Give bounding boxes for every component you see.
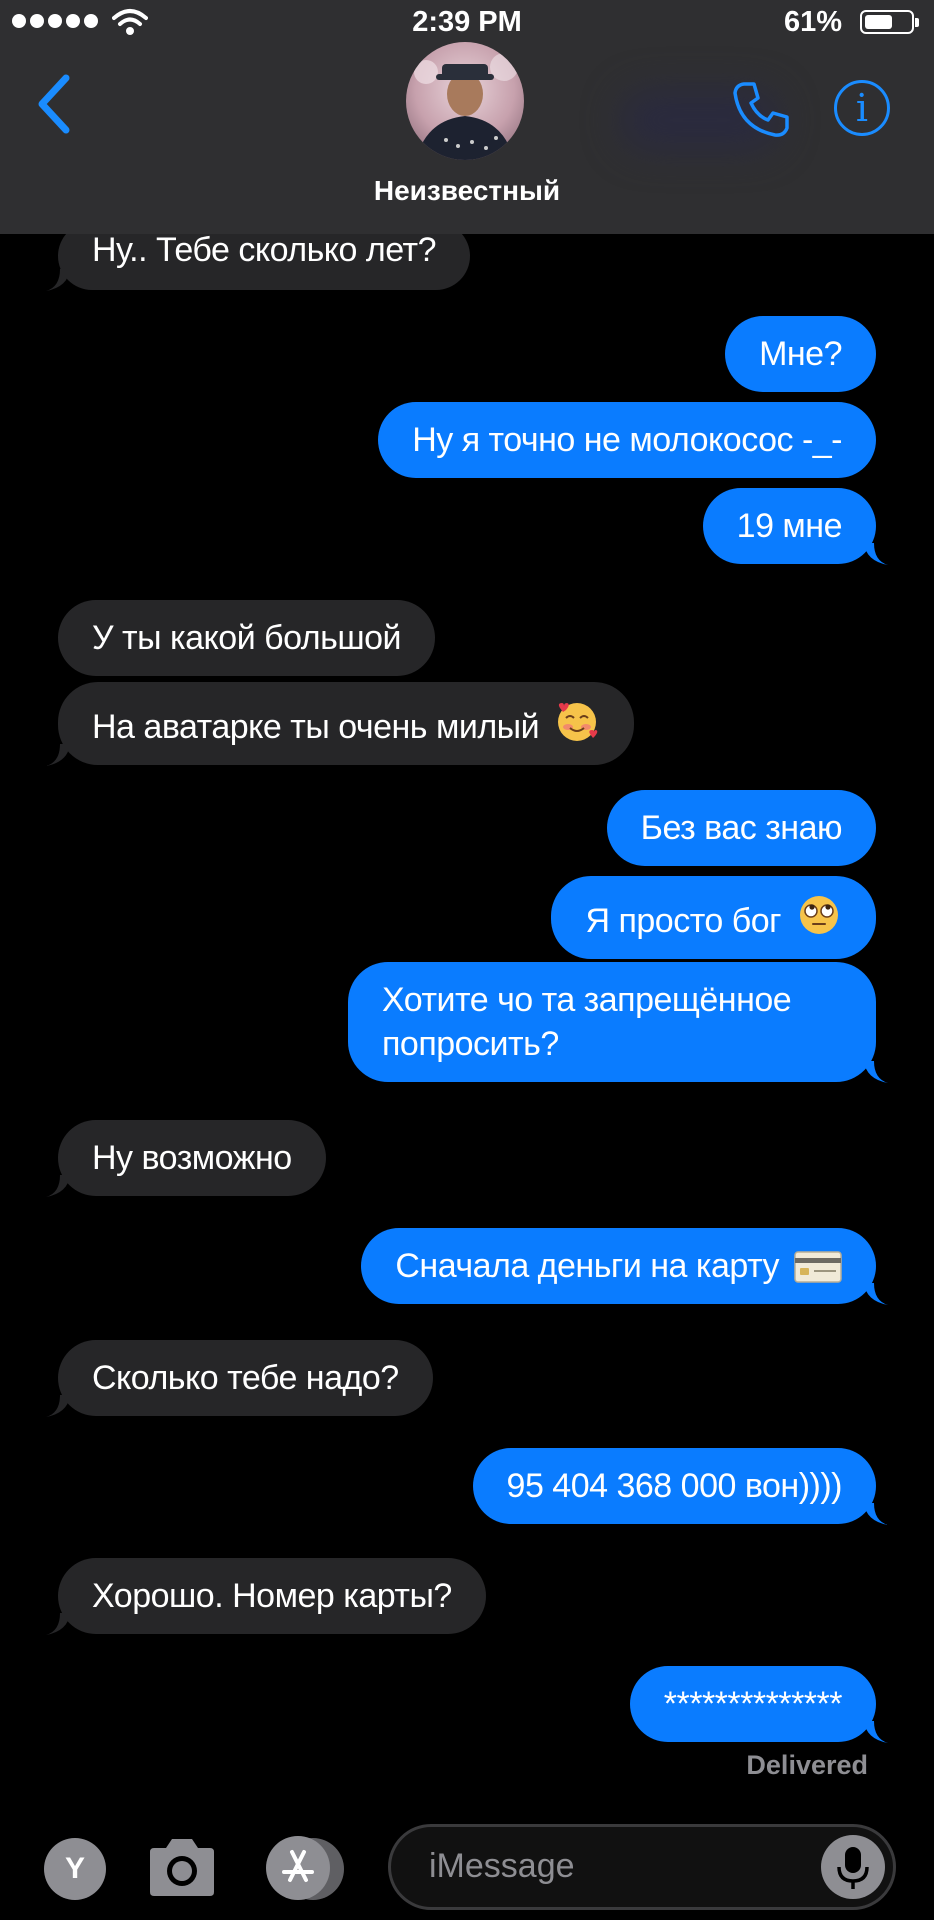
message-text: Ну.. Тебе сколько лет? [92,231,437,269]
contact-avatar[interactable] [406,42,524,160]
message-incoming[interactable]: Ну возможно [46,1120,326,1197]
smiling-face-with-hearts-icon [558,703,598,741]
bubble-tail [46,744,70,766]
status-bar: 2:39 PM 61% [0,0,934,46]
contact-name[interactable]: Неизвестный [0,175,934,207]
chevron-left-icon[interactable] [34,74,74,134]
battery-icon [860,10,919,34]
message-incoming[interactable]: На аватарке ты очень милый [46,682,635,766]
bubble-tail [864,543,888,565]
message-input-placeholder: iMessage [429,1847,575,1885]
message-text: У ты какой большой [92,619,402,657]
camera-icon[interactable] [146,1836,218,1898]
message-outgoing[interactable]: Ну я точно не молокосос -_- [378,402,876,478]
battery-percent: 61% [783,6,842,38]
message-outgoing[interactable]: 19 мне [702,488,888,565]
microphone-icon[interactable] [821,1835,885,1899]
message-text: 95 404 368 000 вон)))) [506,1467,843,1505]
message-outgoing[interactable]: Мне? [725,316,876,392]
digital-touch-button[interactable]: Y [44,1838,106,1900]
message-incoming[interactable]: Хорошо. Номер карты? [46,1558,486,1635]
delivered-status: Delivered [746,1750,868,1780]
bubble-tail [864,1283,888,1305]
bubble-tail [46,1175,70,1197]
bubble-tail [864,1503,888,1525]
message-outgoing[interactable]: Хотите чо та запрещённое попросить? [348,962,888,1083]
message-text: Без вас знаю [640,809,843,847]
credit-card-icon [794,1251,842,1283]
bubble-tail [864,1721,888,1743]
bubble-tail [46,1613,70,1635]
message-input[interactable]: iMessage [388,1824,896,1910]
message-outgoing[interactable]: Без вас знаю [606,790,876,866]
bubble-tail [46,1395,70,1417]
message-text: Хорошо. Номер карты? [92,1577,452,1615]
message-text: Сколько тебе надо? [92,1359,399,1397]
face-with-rolling-eyes-icon [800,896,838,934]
message-outgoing[interactable]: ************** [629,1666,888,1743]
message-text: Мне? [759,335,842,373]
message-text: ************** [663,1685,843,1723]
message-text: Ну возможно [92,1139,292,1177]
conversation-header: 2:39 PM 61% Неизвестный i [0,0,934,234]
message-text: Сначала деньги на карту [395,1247,780,1285]
bubble-tail [46,269,70,291]
message-incoming[interactable]: У ты какой большой [58,600,436,676]
message-outgoing[interactable]: 95 404 368 000 вон)))) [472,1448,888,1525]
appstore-icon[interactable] [266,1836,330,1900]
message-text-line-1: Хотите чо та запрещённое [382,981,792,1019]
message-text: 19 мне [736,507,843,545]
message-incoming[interactable]: Сколько тебе надо? [46,1340,433,1417]
message-text: На аватарке ты очень милый [92,708,540,746]
bubble-tail [864,1061,888,1083]
message-text: Ну я точно не молокосос -_- [412,421,842,459]
phone-icon[interactable] [730,78,792,140]
message-text: Я просто бог [585,902,782,940]
message-outgoing[interactable]: Сначала деньги на карту [361,1228,888,1305]
message-outgoing[interactable]: Я просто бог [551,876,876,959]
info-icon[interactable]: i [834,80,890,136]
message-text-line-2: попросить? [382,1025,559,1063]
